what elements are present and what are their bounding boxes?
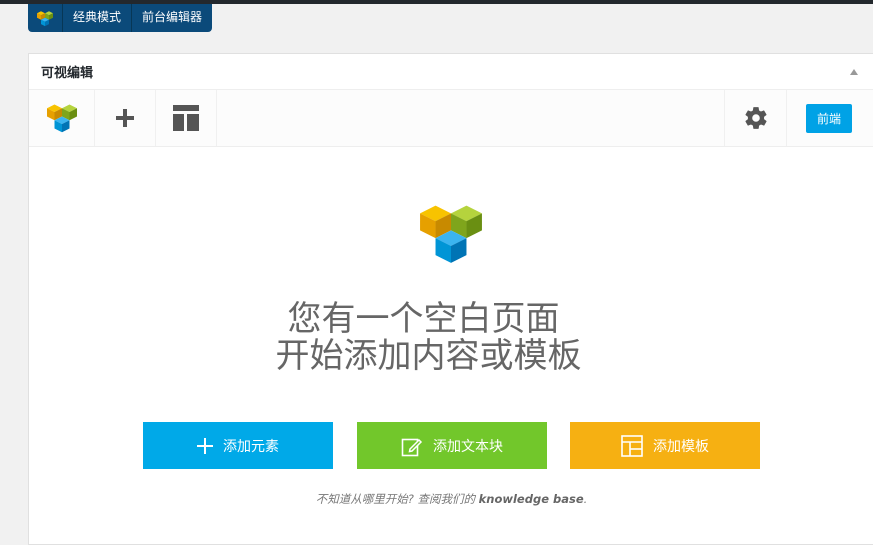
add-element-button[interactable]: 添加元素 [143,422,333,469]
vc-center-logo [420,201,482,270]
add-element-toolbar-button[interactable] [94,90,156,146]
panel-header: 可视编辑 [29,54,873,90]
editor-mode-bar: 经典模式 前台编辑器 [28,4,213,32]
frontend-editor-button[interactable]: 前台编辑器 [132,4,212,32]
caret-up-icon [850,68,858,75]
start-adding-heading: 开始添加内容或模板 [275,336,582,376]
empty-page-heading: 您有一个空白页面 [287,299,560,339]
collapse-toggle[interactable] [847,65,861,79]
gear-icon [744,107,767,129]
plus-icon [115,109,134,127]
frontend-button[interactable]: 前端 [806,104,852,133]
add-element-label: 添加元素 [223,438,279,455]
classic-mode-button[interactable]: 经典模式 [63,4,133,32]
vc-logo-icon [37,10,53,26]
layout-template-icon [172,105,199,131]
add-template-label: 添加模板 [653,438,709,455]
help-text: 不知道从哪里开始? 查阅我们的 knowledge base. [29,491,873,507]
vc-logo-button[interactable] [28,4,63,32]
toolbar-logo-button[interactable] [29,90,95,146]
vc-logo-icon [46,104,77,133]
edit-text-icon [401,438,423,456]
editor-toolbar: 前端 [29,90,873,147]
plus-icon [197,437,213,454]
panel-title: 可视编辑 [41,66,94,81]
add-text-block-button[interactable]: 添加文本块 [357,422,547,469]
add-template-button[interactable]: 添加模板 [570,422,760,469]
layout-template-icon [621,434,643,457]
help-prefix: 不知道从哪里开始? 查阅我们的 [315,492,479,506]
help-suffix: . [583,492,588,506]
add-text-block-label: 添加文本块 [433,438,503,455]
knowledge-base-link[interactable]: knowledge base [479,492,584,506]
templates-toolbar-button[interactable] [155,90,217,146]
visual-editor-panel: 可视编辑 前端 您有一个空白页面 开始添加内容或模板 添加元素 添加文本块 添加… [28,53,873,545]
settings-toolbar-button[interactable] [724,90,787,146]
vc-logo-icon [420,205,482,263]
